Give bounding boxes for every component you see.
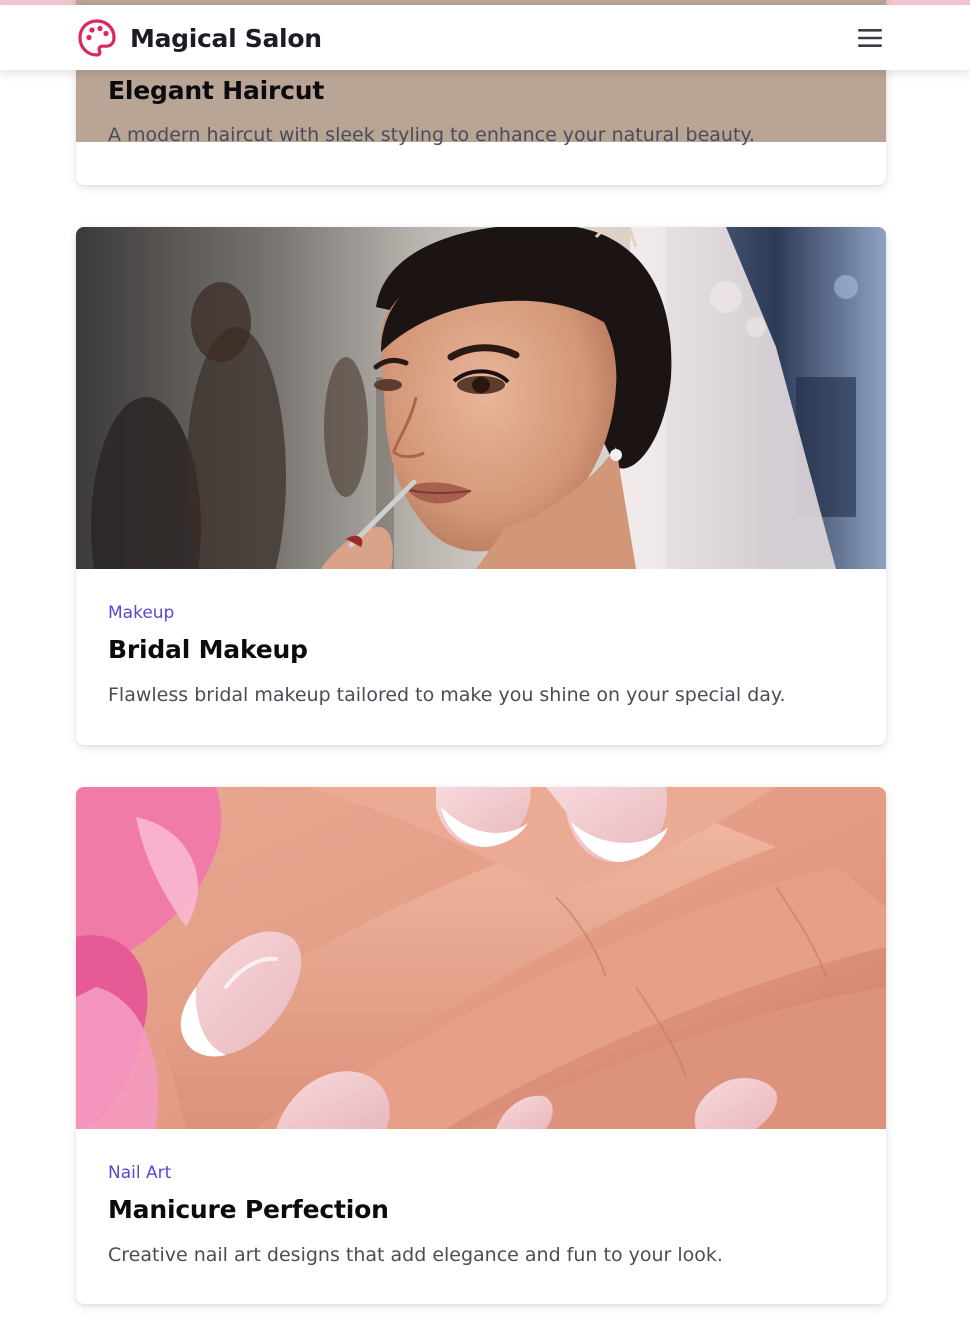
navbar: Magical Salon [0,5,970,70]
palette-icon [78,19,116,57]
service-title: Bridal Makeup [108,635,308,664]
service-title: Elegant Haircut [108,76,325,105]
brand-link[interactable]: Magical Salon [77,18,322,58]
service-category: Makeup [108,603,175,623]
bride-lipstick-photo [76,227,886,569]
service-description: Flawless bridal makeup tailored to make … [108,684,786,706]
service-card[interactable]: Makeup Bridal Makeup Flawless bridal mak… [76,227,886,745]
service-title: Manicure Perfection [108,1195,389,1224]
service-category: Nail Art [108,1163,172,1183]
french-manicure-photo [76,787,886,1129]
service-description: A modern haircut with sleek styling to e… [108,124,755,146]
hamburger-menu-icon [858,29,882,47]
service-description: Creative nail art designs that add elega… [108,1244,723,1266]
service-card[interactable]: Nail Art Manicure Perfection Creative na… [76,787,886,1304]
brand-name: Magical Salon [130,23,322,53]
menu-button[interactable] [850,21,890,55]
